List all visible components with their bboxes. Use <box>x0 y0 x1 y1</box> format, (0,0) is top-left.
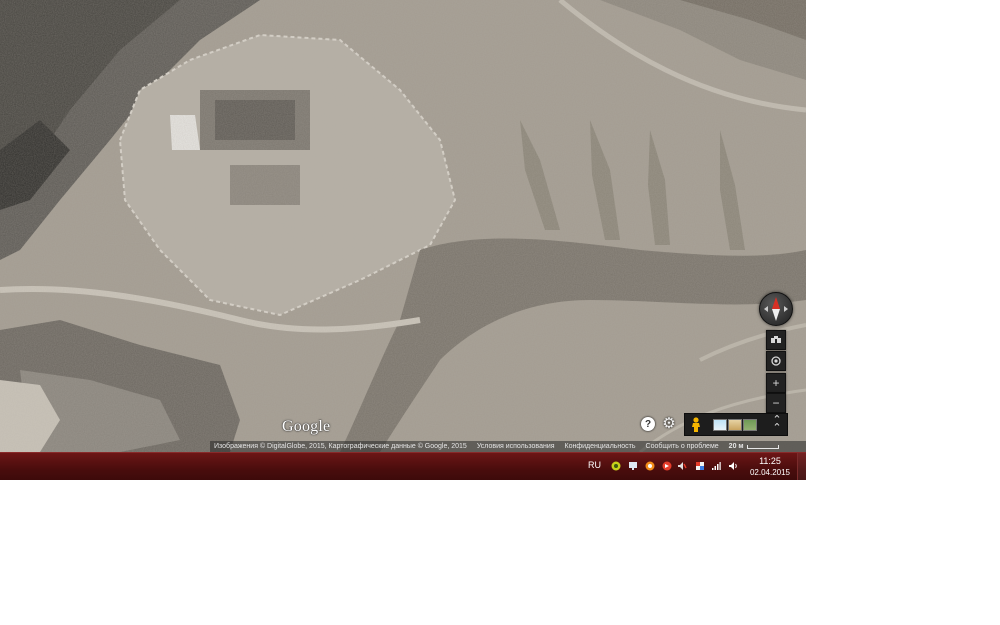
tilt-icon <box>771 336 781 343</box>
tilt-button[interactable] <box>766 330 786 350</box>
network-bars-icon[interactable] <box>711 461 721 471</box>
layer-bar: ⌃ ⌃ <box>684 413 788 436</box>
privacy-link[interactable]: Конфиденциальность <box>565 443 636 450</box>
terms-link[interactable]: Условия использования <box>477 443 555 450</box>
scale-label[interactable]: 20 м <box>729 443 744 450</box>
zoom-out-button[interactable]: − <box>766 393 786 413</box>
imagery-attribution: Изображения © DigitalGlobe, 2015, Картог… <box>214 443 467 450</box>
flag-icon[interactable] <box>695 461 705 471</box>
app-icon-red[interactable] <box>662 461 672 471</box>
locate-icon <box>771 356 781 366</box>
volume-icon[interactable] <box>728 461 738 471</box>
app-icon-green[interactable] <box>611 461 621 471</box>
pegman-icon[interactable] <box>691 417 701 432</box>
clock-date[interactable]: 02.04.2015 <box>746 468 794 477</box>
gear-icon[interactable]: ⚙ <box>661 416 677 432</box>
display-icon[interactable] <box>628 461 638 471</box>
google-logo: Google <box>282 418 331 435</box>
terrain-layer-thumbnail[interactable] <box>728 419 742 431</box>
report-problem-link[interactable]: Сообщить о проблеме <box>646 443 719 450</box>
satellite-layer-thumbnail[interactable] <box>743 419 757 431</box>
app-icon-orange[interactable] <box>645 461 655 471</box>
windows-taskbar: RU 11:25 02.04.2015 <box>0 452 806 480</box>
zoom-in-button[interactable]: + <box>766 373 786 393</box>
map-layer-thumbnail[interactable] <box>713 419 727 431</box>
clock-time[interactable]: 11:25 <box>751 456 789 466</box>
compass-icon[interactable] <box>759 292 793 326</box>
compass-needle-icon <box>764 297 788 321</box>
satellite-imagery <box>0 0 806 452</box>
scale-bar <box>746 444 779 449</box>
satellite-map[interactable]: Google Изображения © DigitalGlobe, 2015,… <box>0 0 806 452</box>
show-desktop-button[interactable] <box>797 453 806 480</box>
locate-button[interactable] <box>766 351 786 371</box>
chevron-up-icon[interactable]: ⌃ ⌃ <box>772 415 782 434</box>
speaker-alert-icon[interactable] <box>677 461 687 471</box>
screen: Google Изображения © DigitalGlobe, 2015,… <box>0 0 806 480</box>
attribution-bar: Изображения © DigitalGlobe, 2015, Картог… <box>210 441 806 452</box>
help-icon[interactable]: ? <box>641 417 655 431</box>
language-indicator[interactable]: RU <box>588 460 601 470</box>
